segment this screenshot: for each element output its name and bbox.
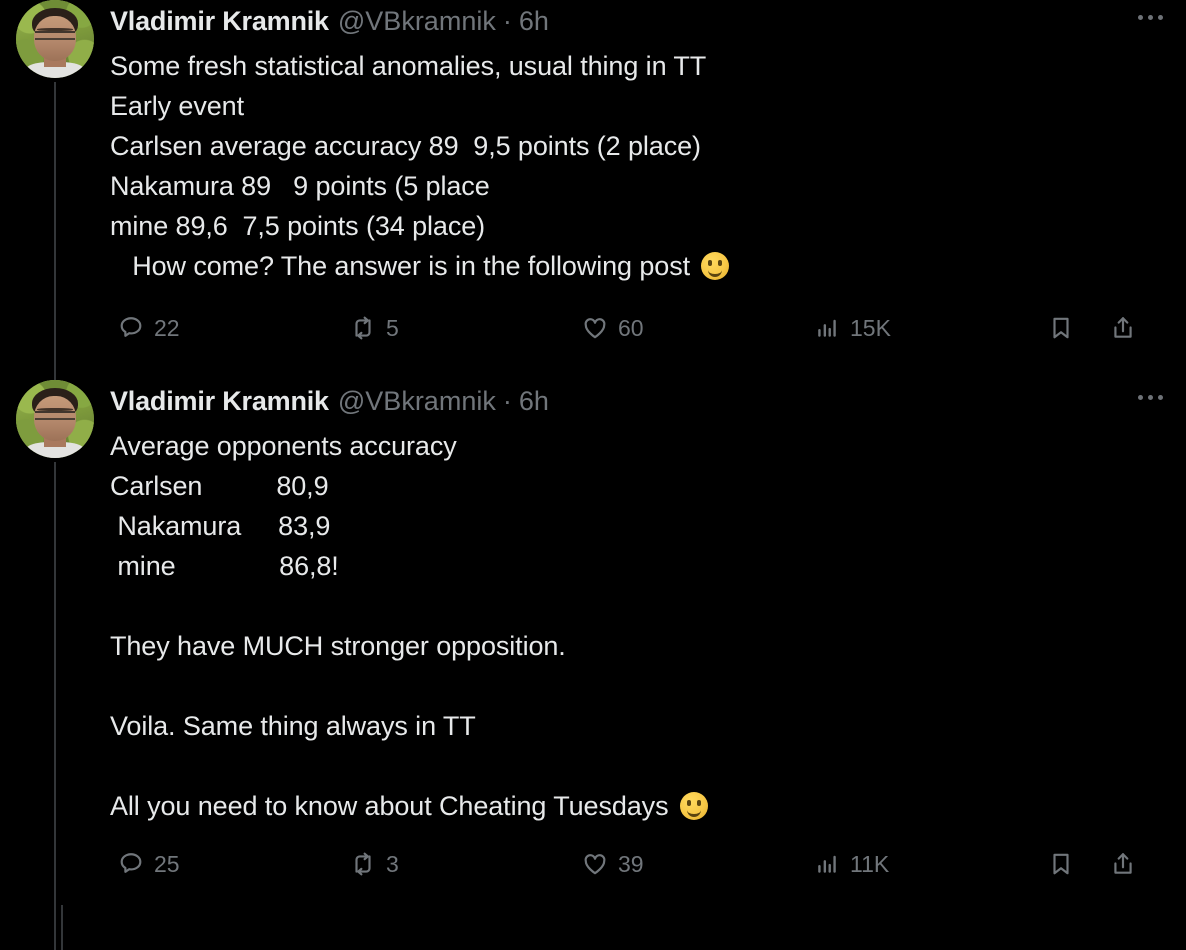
avatar-glasses [35, 31, 76, 40]
share-button[interactable] [1110, 308, 1136, 348]
bookmark-icon [1048, 851, 1074, 877]
repost-count: 5 [386, 315, 399, 342]
thread-container: Vladimir Kramnik @VBkramnik · 6h Some fr… [0, 0, 1186, 950]
reply-icon [118, 315, 144, 341]
heart-icon [582, 315, 608, 341]
repost-icon [350, 315, 376, 341]
post-1-text: Some fresh statistical anomalies, usual … [110, 46, 1170, 286]
repost-icon [350, 851, 376, 877]
post-1-actions: 22 5 [110, 308, 1170, 360]
post-2[interactable]: Vladimir Kramnik @VBkramnik · 6h Average… [0, 380, 1186, 950]
post-1-header: Vladimir Kramnik @VBkramnik · 6h [110, 8, 1170, 42]
post-timestamp[interactable]: 6h [519, 388, 549, 415]
bookmark-button[interactable] [1048, 844, 1074, 884]
author-handle[interactable]: @VBkramnik [338, 388, 496, 415]
reply-icon [118, 851, 144, 877]
views-bars-icon [814, 851, 840, 877]
views-button[interactable]: 15K [814, 308, 891, 348]
heart-icon [582, 851, 608, 877]
post-2-line-6: Voila. Same thing always in TT [110, 711, 476, 741]
post-2-text: Average opponents accuracy Carlsen 80,9 N… [110, 426, 1170, 826]
post-1-text-content: Some fresh statistical anomalies, usual … [110, 51, 706, 281]
blank-line [110, 586, 1170, 626]
post-2-line-4: mine 86,8! [110, 551, 339, 581]
blank-line [110, 746, 1170, 786]
post-2-line-2: Carlsen 80,9 [110, 471, 329, 501]
like-button[interactable]: 39 [582, 844, 644, 884]
more-dot [1148, 15, 1153, 20]
share-icon [1110, 851, 1136, 877]
like-count: 60 [618, 315, 644, 342]
more-dot [1158, 395, 1163, 400]
like-button[interactable]: 60 [582, 308, 644, 348]
share-button[interactable] [1110, 844, 1136, 884]
blank-line [110, 666, 1170, 706]
views-count: 15K [850, 315, 891, 342]
thread-connector-line [54, 82, 56, 380]
author-handle[interactable]: @VBkramnik [338, 8, 496, 35]
avatar-glasses [35, 411, 76, 420]
share-icon [1110, 315, 1136, 341]
post-2-body: Vladimir Kramnik @VBkramnik · 6h Average… [110, 380, 1170, 950]
slightly-smiling-face-icon [680, 792, 708, 820]
header-separator: · [503, 388, 512, 415]
post-1-gutter [0, 0, 110, 380]
avatar[interactable] [16, 380, 94, 458]
repost-button[interactable]: 5 [350, 308, 399, 348]
more-dot [1138, 15, 1143, 20]
views-bars-icon [814, 315, 840, 341]
reply-button[interactable]: 22 [118, 308, 180, 348]
post-2-header: Vladimir Kramnik @VBkramnik · 6h [110, 388, 1170, 422]
post-2-line-5: They have MUCH stronger opposition. [110, 631, 566, 661]
post-2-gutter [0, 380, 110, 950]
more-dot [1158, 15, 1163, 20]
header-separator: · [503, 8, 512, 35]
post-2-line-1: Average opponents accuracy [110, 431, 457, 461]
repost-button[interactable]: 3 [350, 844, 399, 884]
avatar[interactable] [16, 0, 94, 78]
post-timestamp[interactable]: 6h [519, 8, 549, 35]
more-options-icon[interactable] [1130, 382, 1170, 412]
post-2-line-3: Nakamura 83,9 [110, 511, 330, 541]
thread-connector-line-tail [61, 905, 63, 950]
more-dot [1148, 395, 1153, 400]
reply-count: 22 [154, 315, 180, 342]
bookmark-button[interactable] [1048, 308, 1074, 348]
more-options-icon[interactable] [1130, 2, 1170, 32]
post-2-line-7: All you need to know about Cheating Tues… [110, 791, 676, 821]
slightly-smiling-face-icon [701, 252, 729, 280]
views-button[interactable]: 11K [814, 844, 889, 884]
bookmark-icon [1048, 315, 1074, 341]
author-display-name[interactable]: Vladimir Kramnik [110, 8, 329, 35]
thread-connector-line [54, 462, 56, 950]
more-dot [1138, 395, 1143, 400]
views-count: 11K [850, 851, 889, 878]
post-2-actions: 25 3 [110, 844, 1170, 896]
reply-count: 25 [154, 851, 180, 878]
post-1-body: Vladimir Kramnik @VBkramnik · 6h Some fr… [110, 0, 1170, 380]
post-1[interactable]: Vladimir Kramnik @VBkramnik · 6h Some fr… [0, 0, 1186, 380]
author-display-name[interactable]: Vladimir Kramnik [110, 388, 329, 415]
like-count: 39 [618, 851, 644, 878]
repost-count: 3 [386, 851, 399, 878]
reply-button[interactable]: 25 [118, 844, 180, 884]
